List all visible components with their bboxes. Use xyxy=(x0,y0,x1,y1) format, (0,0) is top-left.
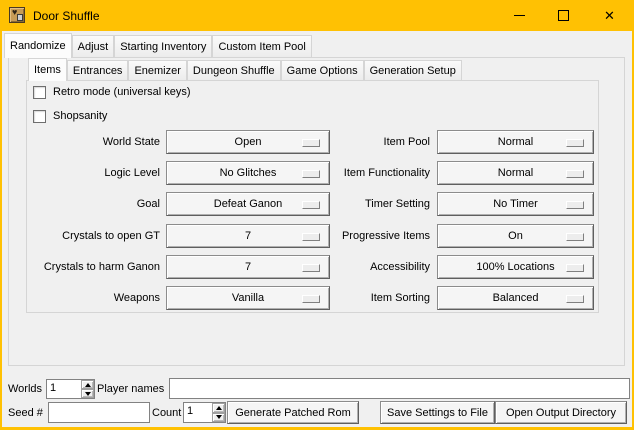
crystals-gt-label: Crystals to open GT xyxy=(32,229,160,243)
item-pool-label: Item Pool xyxy=(272,135,430,149)
spin-up-button[interactable] xyxy=(212,403,225,413)
spin-down-button[interactable] xyxy=(81,389,94,398)
item-pool-select[interactable]: Normal xyxy=(437,130,594,154)
progressive-items-label: Progressive Items xyxy=(272,229,430,243)
tab-items[interactable]: Items xyxy=(28,58,67,81)
world-state-label: World State xyxy=(32,135,160,149)
checkbox-label: Shopsanity xyxy=(53,110,107,122)
open-output-directory-button[interactable]: Open Output Directory xyxy=(495,401,627,424)
select-value: Open xyxy=(235,136,262,148)
timer-setting-label: Timer Setting xyxy=(272,197,430,211)
dropdown-indicator-icon xyxy=(566,295,584,303)
select-value: Vanilla xyxy=(232,292,264,304)
arrow-down-icon xyxy=(216,415,222,419)
tab-custom-item-pool[interactable]: Custom Item Pool xyxy=(212,35,311,57)
arrow-up-icon xyxy=(85,383,91,387)
spin-down-button[interactable] xyxy=(212,413,225,423)
select-value: On xyxy=(508,230,523,242)
select-value: Normal xyxy=(498,136,533,148)
spinner-arrows xyxy=(212,403,225,422)
select-value: No Timer xyxy=(493,198,538,210)
select-value: Normal xyxy=(498,167,533,179)
item-functionality-select[interactable]: Normal xyxy=(437,161,594,185)
progressive-items-select[interactable]: On xyxy=(437,224,594,248)
outer-tab-bar: Randomize Adjust Starting Inventory Cust… xyxy=(4,33,312,57)
select-value: Balanced xyxy=(493,292,539,304)
seed-input[interactable] xyxy=(48,402,150,423)
item-sorting-label: Item Sorting xyxy=(272,291,430,305)
player-names-input[interactable] xyxy=(169,378,630,399)
tab-label: Items xyxy=(34,64,61,76)
tab-adjust[interactable]: Adjust xyxy=(72,35,115,57)
dropdown-indicator-icon xyxy=(566,139,584,147)
tab-label: Enemizer xyxy=(134,65,180,77)
arrow-down-icon xyxy=(85,392,91,396)
retro-mode-checkbox[interactable]: Retro mode (universal keys) xyxy=(33,85,191,99)
tab-label: Dungeon Shuffle xyxy=(193,65,275,77)
dropdown-indicator-icon xyxy=(566,201,584,209)
seed-label: Seed # xyxy=(8,406,43,420)
dropdown-indicator-icon xyxy=(566,170,584,178)
accessibility-label: Accessibility xyxy=(272,260,430,274)
lock-icon xyxy=(17,14,23,21)
inner-tab-bar: Items Entrances Enemizer Dungeon Shuffle… xyxy=(28,58,462,80)
timer-setting-select[interactable]: No Timer xyxy=(437,192,594,216)
client-area: Randomize Adjust Starting Inventory Cust… xyxy=(2,31,632,427)
checkbox-box[interactable] xyxy=(33,110,46,123)
tab-enemizer[interactable]: Enemizer xyxy=(128,60,186,80)
count-value: 1 xyxy=(187,405,193,417)
worlds-value: 1 xyxy=(50,382,56,394)
dropdown-indicator-icon xyxy=(566,233,584,241)
goal-label: Goal xyxy=(32,197,160,211)
spin-up-button[interactable] xyxy=(81,380,94,389)
app-door-icon: ♥ xyxy=(9,7,25,23)
count-label: Count xyxy=(152,406,181,420)
select-value: No Glitches xyxy=(220,167,277,179)
tab-label: Generation Setup xyxy=(370,65,456,77)
tab-game-options[interactable]: Game Options xyxy=(281,60,364,80)
tab-label: Custom Item Pool xyxy=(218,41,305,53)
accessibility-select[interactable]: 100% Locations xyxy=(437,255,594,279)
item-sorting-select[interactable]: Balanced xyxy=(437,286,594,310)
checkbox-box[interactable] xyxy=(33,86,46,99)
tab-randomize[interactable]: Randomize xyxy=(4,33,72,58)
tab-generation-setup[interactable]: Generation Setup xyxy=(364,60,462,80)
select-value: 100% Locations xyxy=(476,261,554,273)
crystals-ganon-label: Crystals to harm Ganon xyxy=(32,260,160,274)
worlds-spinner[interactable]: 1 xyxy=(46,379,95,399)
select-value: 7 xyxy=(245,261,251,273)
maximize-icon xyxy=(558,10,569,21)
weapons-label: Weapons xyxy=(32,291,160,305)
close-button[interactable]: ✕ xyxy=(587,0,632,30)
checkbox-label: Retro mode (universal keys) xyxy=(53,86,191,98)
player-names-label: Player names xyxy=(97,382,164,396)
count-spinner[interactable]: 1 xyxy=(183,402,226,423)
tab-label: Randomize xyxy=(10,40,66,52)
worlds-label: Worlds xyxy=(8,382,42,396)
select-value: 7 xyxy=(245,230,251,242)
spinner-arrows xyxy=(81,380,94,398)
save-settings-button[interactable]: Save Settings to File xyxy=(380,401,495,424)
arrow-up-icon xyxy=(216,406,222,410)
shopsanity-checkbox[interactable]: Shopsanity xyxy=(33,109,107,123)
window-title: Door Shuffle xyxy=(33,9,100,23)
tab-starting-inventory[interactable]: Starting Inventory xyxy=(114,35,212,57)
item-functionality-label: Item Functionality xyxy=(272,166,430,180)
minimize-icon xyxy=(514,15,525,16)
app-window: ♥ Door Shuffle ✕ Randomize Adjust Starti… xyxy=(0,0,634,430)
minimize-button[interactable] xyxy=(497,0,542,30)
tab-dungeon-shuffle[interactable]: Dungeon Shuffle xyxy=(187,60,281,80)
tab-label: Adjust xyxy=(78,41,109,53)
tab-label: Entrances xyxy=(73,65,123,77)
generate-patched-rom-button[interactable]: Generate Patched Rom xyxy=(227,401,359,424)
titlebar: ♥ Door Shuffle ✕ xyxy=(0,0,634,31)
logic-level-label: Logic Level xyxy=(32,166,160,180)
tab-label: Starting Inventory xyxy=(120,41,206,53)
tab-entrances[interactable]: Entrances xyxy=(67,60,129,80)
close-icon: ✕ xyxy=(604,9,615,22)
tab-label: Game Options xyxy=(287,65,358,77)
dropdown-indicator-icon xyxy=(566,264,584,272)
maximize-button[interactable] xyxy=(541,0,586,30)
